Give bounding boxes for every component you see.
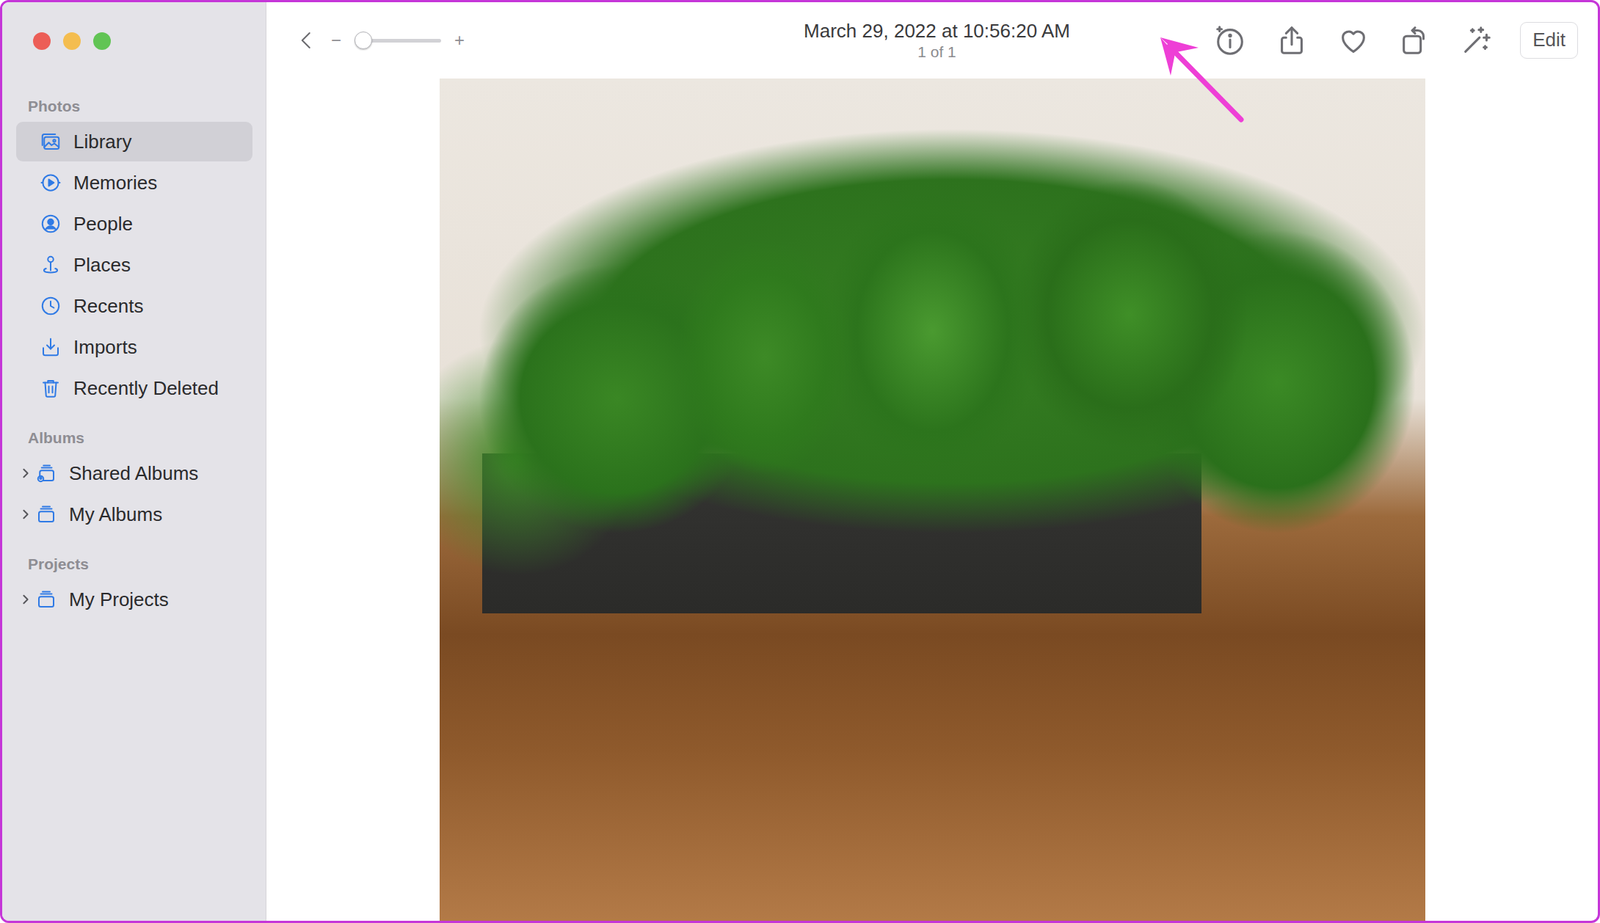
projects-icon [35,588,58,611]
back-icon[interactable] [295,27,318,54]
photo-viewer: −+March 29, 2022 at 10:56:20 AM1 of 1Edi… [266,2,1598,922]
sidebar-item[interactable]: Shared Albums [16,453,253,494]
info-icon[interactable] [1213,23,1247,58]
sidebar-item[interactable]: Imports [16,327,253,367]
magic-wand-icon[interactable] [1459,23,1494,58]
sidebar-item[interactable]: Memories [16,162,253,203]
rotate-icon[interactable] [1398,23,1432,58]
sidebar-label: My Projects [68,585,169,615]
disclosure-toggle[interactable] [20,466,36,480]
chevron-right-icon[interactable] [20,593,31,607]
sidebar: Photos Library Memories People Places Recents… [2,2,267,922]
chevron-right-icon[interactable] [20,466,31,480]
photo-count: 1 of 1 [803,42,1071,61]
photo-title: March 29, 2022 at 10:56:20 AM1 of 1 [803,19,1071,61]
sidebar-label: Library [73,127,132,157]
sidebar-label: Recents [73,292,144,321]
photo-date: March 29, 2022 at 10:56:20 AM [803,19,1071,43]
memories-icon [39,171,62,194]
section-header: Albums [27,427,253,450]
photo-area [266,78,1598,922]
sidebar-label: Recently Deleted [73,374,219,403]
section-header: Photos [27,95,253,118]
minimize-button[interactable] [63,32,81,50]
sidebar-item[interactable]: Recently Deleted [16,368,253,409]
disclosure-toggle[interactable] [20,507,36,522]
toolbar-right: Edit [1070,22,1578,58]
sidebar-label: People [73,209,133,239]
sidebar-label: Places [73,251,131,280]
toolbar-left: −+ [295,27,804,54]
library-icon [39,130,62,153]
zoom-slider[interactable] [354,38,442,43]
chevron-right-icon[interactable] [20,507,31,522]
albums-icon [35,503,58,526]
disclosure-toggle[interactable] [20,593,36,607]
sidebar-item[interactable]: Library [16,121,253,162]
toolbar: −+March 29, 2022 at 10:56:20 AM1 of 1Edi… [266,2,1598,79]
shared-albums-icon [35,462,58,485]
sidebar-item[interactable]: My Albums [16,494,253,535]
sidebar-item[interactable]: Recents [16,286,253,326]
annotation-arrow-icon [1154,16,1250,127]
people-icon [39,212,62,235]
imports-icon [39,336,62,359]
zoom-knob[interactable] [354,31,373,50]
recents-icon [39,295,62,318]
sidebar-item[interactable]: People [16,204,253,244]
sidebar-label: Memories [73,168,158,198]
sidebar-label: Imports [73,333,138,362]
share-icon[interactable] [1274,23,1309,58]
edit-button[interactable]: Edit [1520,22,1578,58]
section-header: Projects [27,553,253,576]
heart-icon[interactable] [1336,23,1371,58]
photos-window: Photos Library Memories People Places Recents… [0,0,1600,923]
close-button[interactable] [33,32,51,50]
window-controls [16,2,253,80]
sidebar-label: My Albums [68,500,163,530]
sidebar-item[interactable]: My Projects [16,579,253,620]
places-icon [39,253,62,276]
sidebar-item[interactable]: Places [16,245,253,285]
photo [439,78,1426,922]
trash-icon [39,377,62,400]
sidebar-label: Shared Albums [68,459,199,489]
zoom-button[interactable] [93,32,111,50]
zoom-in-button[interactable]: + [454,31,465,50]
zoom-out-button[interactable]: − [331,31,342,50]
